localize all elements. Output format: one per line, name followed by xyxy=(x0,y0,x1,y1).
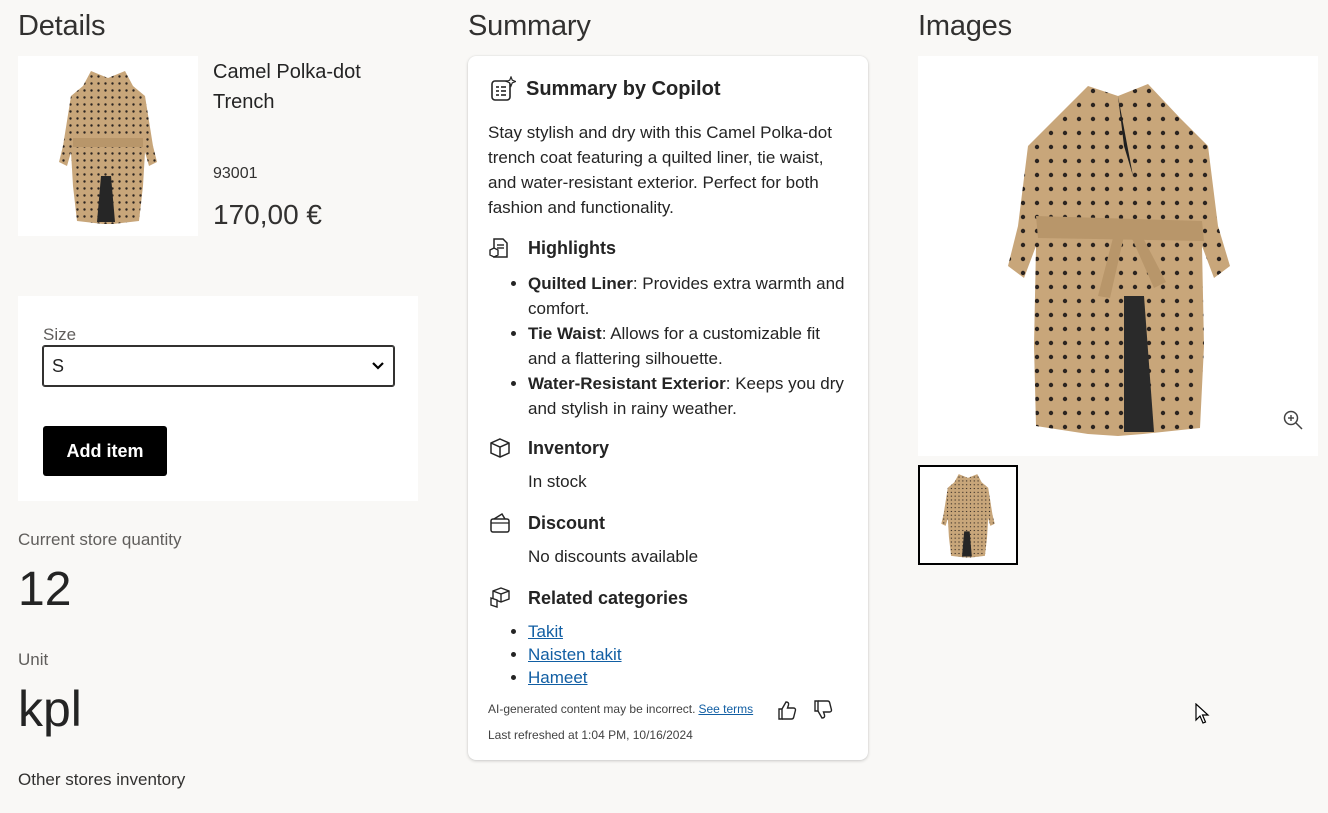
card-header: Summary by Copilot xyxy=(490,76,720,102)
zoom-icon[interactable] xyxy=(1282,409,1304,436)
feedback-buttons xyxy=(776,699,834,721)
trench-coat-thumbnail xyxy=(941,474,995,558)
discount-value: No discounts available xyxy=(528,547,699,566)
box-icon xyxy=(488,436,512,460)
list-item: Water-Resistant Exterior: Keeps you dry … xyxy=(528,371,850,421)
highlights-label: Highlights xyxy=(528,237,616,258)
unit-value: kpl xyxy=(18,681,82,737)
highlights-list: Quilted Liner: Provides extra warmth and… xyxy=(528,271,850,421)
categories-list: Takit Naisten takit Hameet xyxy=(528,620,622,689)
list-item: Naisten takit xyxy=(528,643,622,666)
category-link-takit[interactable]: Takit xyxy=(528,622,563,641)
inventory-value: In stock xyxy=(528,472,587,491)
disclaimer-text: AI-generated content may be incorrect. xyxy=(488,702,696,716)
summary-description: Stay stylish and dry with this Camel Pol… xyxy=(488,123,832,217)
mouse-cursor-icon xyxy=(1195,703,1210,724)
card-title: Summary by Copilot xyxy=(526,77,721,100)
purchase-panel: Size S Add item xyxy=(18,296,418,501)
thumbs-up-icon[interactable] xyxy=(776,699,798,721)
product-name: Camel Polka-dot Trench xyxy=(213,61,361,113)
product-image-viewer[interactable] xyxy=(918,56,1318,456)
summary-heading: Summary xyxy=(468,10,591,42)
see-terms-link[interactable]: See terms xyxy=(698,702,753,716)
current-quantity-value: 12 xyxy=(18,563,72,616)
list-item: Hameet xyxy=(528,666,622,689)
wallet-icon xyxy=(488,511,512,535)
size-select[interactable]: S xyxy=(42,345,395,387)
image-thumbnail-selected[interactable] xyxy=(918,465,1018,565)
inventory-label: Inventory xyxy=(528,437,610,458)
add-item-button[interactable]: Add item xyxy=(43,426,167,476)
related-categories-header: Related categories xyxy=(488,586,688,610)
chevron-down-icon xyxy=(372,362,384,370)
last-refreshed: Last refreshed at 1:04 PM, 10/16/2024 xyxy=(488,728,693,742)
boxes-icon xyxy=(488,586,512,610)
list-item: Quilted Liner: Provides extra warmth and… xyxy=(528,271,850,321)
thumbs-down-icon[interactable] xyxy=(812,699,834,721)
category-link-naisten-takit[interactable]: Naisten takit xyxy=(528,645,622,664)
document-list-icon xyxy=(488,236,512,260)
current-quantity-label: Current store quantity xyxy=(18,530,182,549)
details-heading: Details xyxy=(18,10,106,42)
copilot-summary-card: Summary by Copilot Stay stylish and dry … xyxy=(468,56,868,760)
unit-label: Unit xyxy=(18,650,49,669)
size-label: Size xyxy=(43,325,77,344)
product-thumbnail xyxy=(18,56,198,236)
list-item: Tie Waist: Allows for a customizable fit… xyxy=(528,321,850,371)
related-categories-label: Related categories xyxy=(528,587,689,608)
product-sku: 93001 xyxy=(213,165,258,182)
images-heading: Images xyxy=(918,10,1012,42)
size-select-value: S xyxy=(52,355,65,376)
discount-label: Discount xyxy=(528,512,606,533)
ai-disclaimer: AI-generated content may be incorrect. S… xyxy=(488,702,753,716)
highlights-header: Highlights xyxy=(488,236,616,260)
discount-header: Discount xyxy=(488,511,605,535)
category-link-hameet[interactable]: Hameet xyxy=(528,668,588,687)
other-stores-inventory-label[interactable]: Other stores inventory xyxy=(18,770,185,790)
trench-coat-image xyxy=(59,71,157,224)
list-item: Takit xyxy=(528,620,622,643)
product-price: 170,00 € xyxy=(213,199,322,230)
inventory-header: Inventory xyxy=(488,436,609,460)
copilot-summary-icon xyxy=(491,76,516,101)
trench-coat-image-large xyxy=(1008,84,1230,436)
